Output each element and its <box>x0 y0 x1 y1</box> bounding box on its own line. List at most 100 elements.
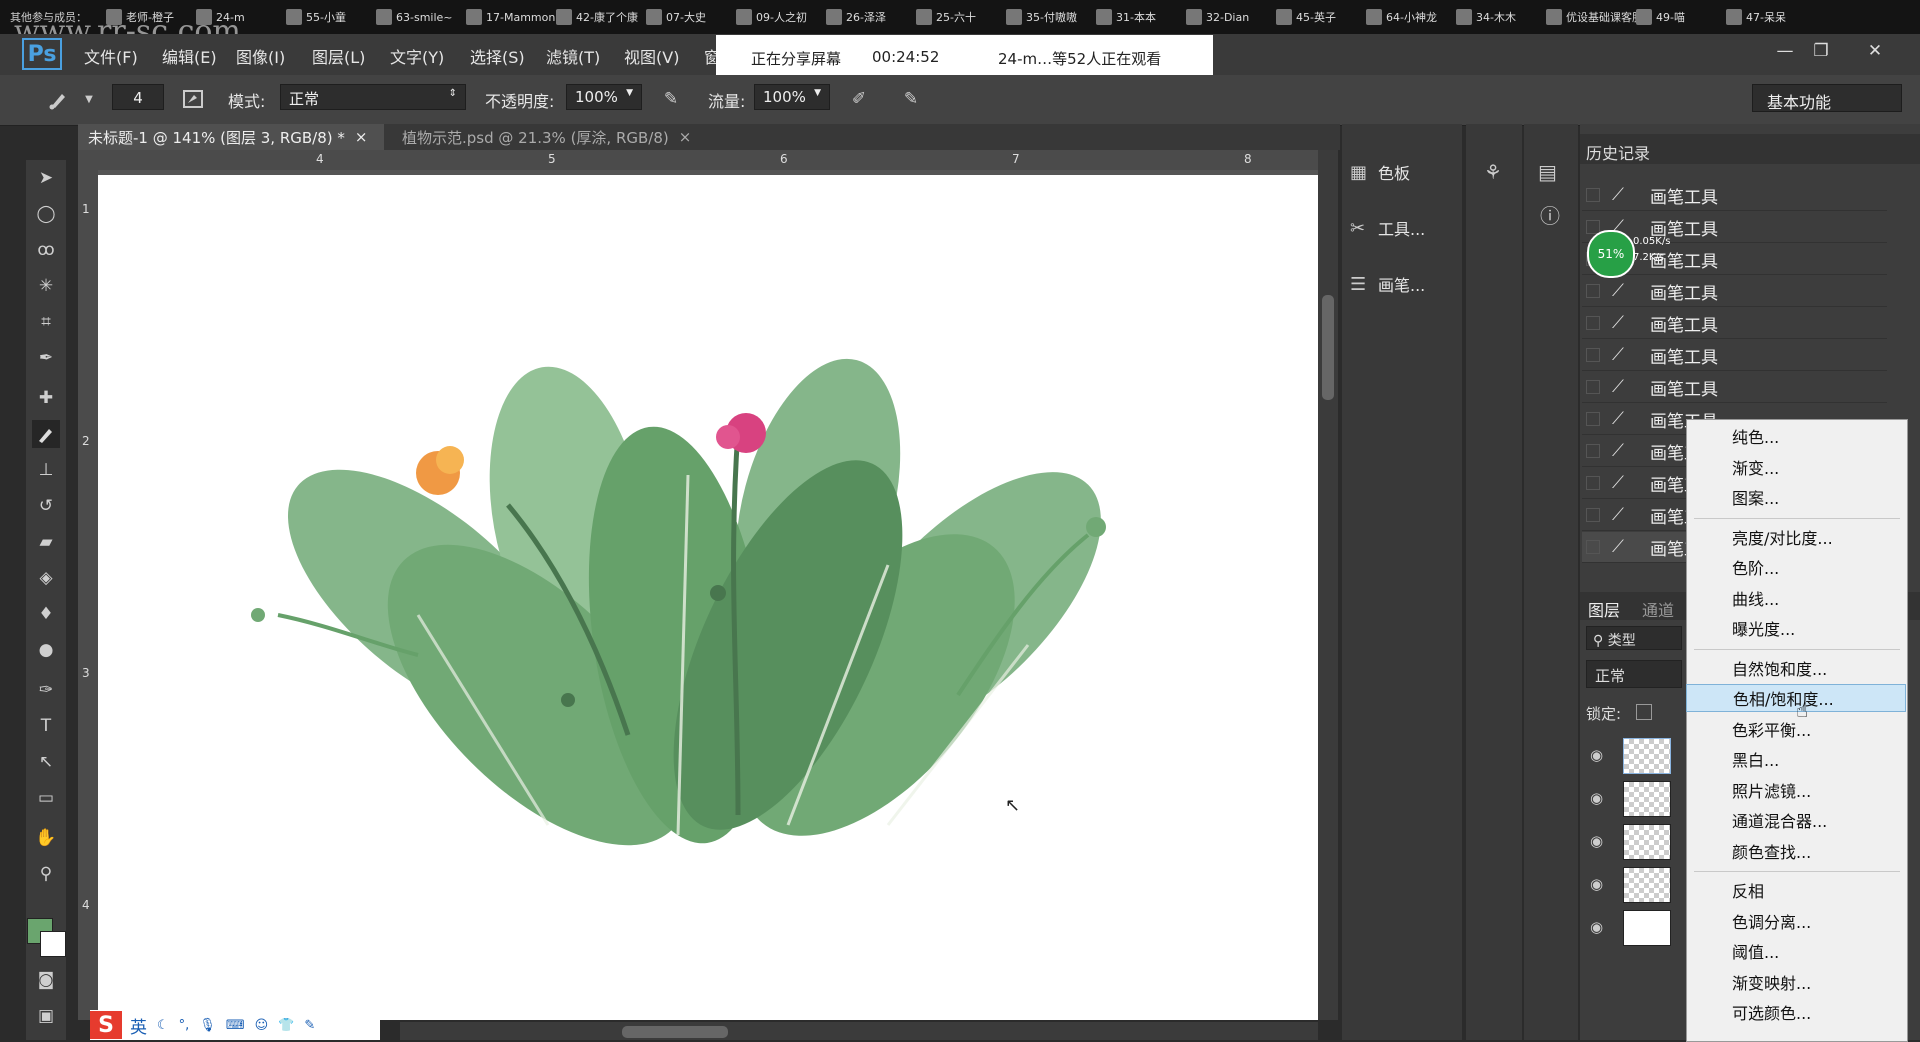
ime-language[interactable]: 英 <box>130 1013 147 1038</box>
microphone-icon[interactable]: 🎙 <box>199 1018 216 1033</box>
type-tool-icon[interactable]: T <box>32 712 60 740</box>
paint-bucket-icon[interactable]: ◈ <box>32 564 60 592</box>
menu-item[interactable]: 滤镜(T) <box>546 44 600 68</box>
airbrush-icon[interactable]: ✐ <box>846 86 872 112</box>
visibility-eye-icon[interactable]: ◉ <box>1590 789 1603 807</box>
tool-presets-button[interactable]: ✂ 工具... <box>1350 210 1425 246</box>
layer-thumbnail[interactable] <box>1623 824 1671 860</box>
member-item[interactable]: 63-smile~ <box>376 7 453 27</box>
stamp-tool-icon[interactable]: ⊥ <box>32 456 60 484</box>
member-item[interactable]: 25-六十 <box>916 7 976 27</box>
eraser-tool-icon[interactable]: ▰ <box>32 528 60 556</box>
menu-item[interactable]: 文件(F) <box>84 44 138 68</box>
member-item[interactable]: 45-英子 <box>1276 7 1336 27</box>
blend-mode-select[interactable]: 正常 <box>1586 660 1682 688</box>
close-button[interactable]: ✕ <box>1858 40 1892 62</box>
context-menu-item[interactable]: 黑白... <box>1686 745 1906 773</box>
member-item[interactable]: 55-小童 <box>286 7 346 27</box>
context-menu-item[interactable]: 可选颜色... <box>1686 998 1906 1026</box>
restore-button[interactable]: ❐ <box>1804 40 1838 62</box>
user-icon[interactable]: ☺ <box>255 1018 269 1033</box>
history-checkbox[interactable] <box>1586 444 1600 458</box>
brush-presets-button[interactable]: ☰ 画笔... <box>1350 266 1425 302</box>
crop-tool-icon[interactable]: ⌗ <box>32 308 60 336</box>
member-item[interactable]: 47-呆呆 <box>1726 7 1786 27</box>
lock-transparency-icon[interactable] <box>1636 704 1652 720</box>
ime-logo[interactable]: S <box>90 1011 122 1039</box>
brush-tool-icon[interactable] <box>32 420 60 448</box>
tool-preset-dropdown-icon[interactable]: ▼ <box>76 86 102 112</box>
member-item[interactable]: 07-大史 <box>646 7 706 27</box>
history-item[interactable]: ⟋ 画笔工具 <box>1582 340 1887 371</box>
flow-field[interactable]: 100% ▼ <box>754 84 830 110</box>
context-menu-item[interactable]: 曝光度... <box>1686 614 1906 642</box>
menu-item[interactable]: 图像(I) <box>236 44 285 68</box>
layer-thumbnail[interactable] <box>1623 867 1671 903</box>
history-checkbox[interactable] <box>1586 412 1600 426</box>
pressure-size-icon[interactable]: ✎ <box>898 86 924 112</box>
mode-select[interactable]: 正常 ⇕ <box>280 84 466 110</box>
background-color-swatch[interactable] <box>40 931 66 957</box>
context-menu-item[interactable]: 反相 <box>1686 876 1906 904</box>
dodge-tool-icon[interactable]: ● <box>32 636 60 664</box>
pressure-opacity-icon[interactable]: ✎ <box>658 86 684 112</box>
layer-filter-select[interactable]: ⚲ 类型 <box>1586 626 1682 650</box>
brush-tool-icon[interactable] <box>46 86 72 112</box>
visibility-eye-icon[interactable]: ◉ <box>1590 875 1603 893</box>
history-checkbox[interactable] <box>1586 188 1600 202</box>
member-item[interactable]: 32-Dian <box>1186 7 1249 27</box>
history-item[interactable]: ⟋ 画笔工具 <box>1582 180 1887 211</box>
member-item[interactable]: 17-Mammon <box>466 7 555 27</box>
properties-icon[interactable]: ▤ <box>1538 160 1557 184</box>
opacity-field[interactable]: 100% ▼ <box>566 84 642 110</box>
blur-tool-icon[interactable]: ♦ <box>32 600 60 628</box>
eyedropper-icon[interactable]: ✒ <box>32 344 60 372</box>
hand-tool-icon[interactable]: ✋ <box>32 824 60 852</box>
history-checkbox[interactable] <box>1586 508 1600 522</box>
visibility-eye-icon[interactable]: ◉ <box>1590 832 1603 850</box>
healing-brush-icon[interactable]: ✚ <box>32 384 60 412</box>
settings-icon[interactable]: ✎ <box>304 1018 315 1033</box>
menu-item[interactable]: 图层(L) <box>312 44 365 68</box>
layer-thumbnail[interactable] <box>1623 738 1671 774</box>
horizontal-scrollbar[interactable] <box>400 1022 1318 1040</box>
layer-thumbnail[interactable] <box>1623 910 1671 946</box>
punctuation-icon[interactable]: °, <box>179 1018 190 1033</box>
context-menu-item[interactable]: 亮度/对比度... <box>1686 523 1906 551</box>
context-menu-item[interactable]: 颜色查找... <box>1686 837 1906 865</box>
magic-wand-icon[interactable]: ✳ <box>32 272 60 300</box>
path-select-icon[interactable]: ↖ <box>32 748 60 776</box>
marquee-tool-icon[interactable]: ◯ <box>32 200 60 228</box>
quick-mask-icon[interactable]: ◙ <box>32 966 60 994</box>
history-checkbox[interactable] <box>1586 348 1600 362</box>
canvas[interactable] <box>98 175 1318 1020</box>
history-checkbox[interactable] <box>1586 316 1600 330</box>
context-menu-item[interactable]: 照片滤镜... <box>1686 776 1906 804</box>
layer-thumbnail[interactable] <box>1623 781 1671 817</box>
brush-panel-icon[interactable]: ⚘ <box>1484 160 1502 184</box>
minimize-button[interactable]: — <box>1768 40 1802 62</box>
member-item[interactable]: 34-木木 <box>1456 7 1516 27</box>
info-icon[interactable]: ⓘ <box>1540 200 1560 229</box>
context-menu-item[interactable]: 阈值... <box>1686 937 1906 965</box>
keyboard-icon[interactable]: ⌨ <box>226 1018 245 1033</box>
member-item[interactable]: 31-本本 <box>1096 7 1156 27</box>
lasso-tool-icon[interactable]: ꝏ <box>32 236 60 264</box>
member-item[interactable]: 64-小神龙 <box>1366 7 1437 27</box>
vertical-scrollbar[interactable] <box>1318 150 1338 1020</box>
context-menu-item[interactable]: 纯色... <box>1686 422 1906 450</box>
context-menu-item[interactable]: 图案... <box>1686 483 1906 511</box>
history-checkbox[interactable] <box>1586 284 1600 298</box>
history-item[interactable]: ⟋ 画笔工具 <box>1582 308 1887 339</box>
move-tool-icon[interactable]: ➤ <box>32 164 60 192</box>
visibility-eye-icon[interactable]: ◉ <box>1590 746 1603 764</box>
menu-item[interactable]: 编辑(E) <box>162 44 217 68</box>
history-brush-icon[interactable]: ↺ <box>32 492 60 520</box>
tab-document-2[interactable]: 植物示范.psd @ 21.3% (厚涂, RGB/8) × <box>392 124 714 150</box>
tab-document-1[interactable]: 未标题-1 @ 141% (图层 3, RGB/8) * × <box>78 124 384 150</box>
history-checkbox[interactable] <box>1586 476 1600 490</box>
brush-panel-toggle-icon[interactable] <box>180 86 206 112</box>
tab-channels[interactable]: 通道 <box>1642 597 1674 621</box>
vertical-scroll-thumb[interactable] <box>1322 295 1334 400</box>
member-item[interactable]: 09-人之初 <box>736 7 807 27</box>
